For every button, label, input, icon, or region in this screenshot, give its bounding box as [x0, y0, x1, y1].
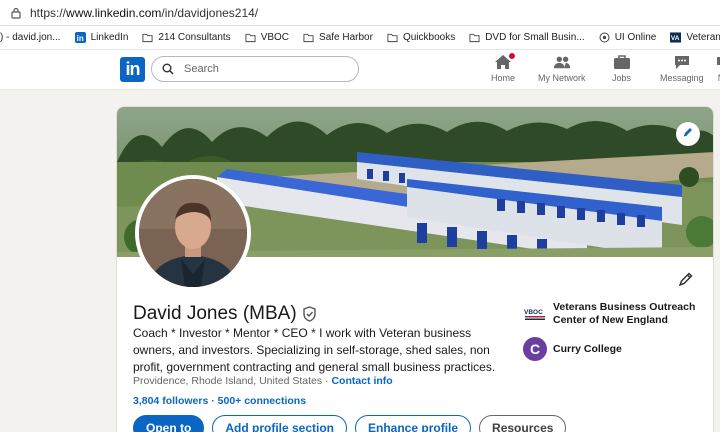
bookmark-dvd-small-business[interactable]: DVD for Small Busin... — [469, 32, 585, 43]
contact-info-link[interactable]: Contact info — [331, 375, 392, 387]
followers-link[interactable]: 3,804 followers — [133, 395, 208, 407]
profile-actions: Open to Add profile section Enhance prof… — [133, 415, 574, 432]
enhance-profile-button[interactable]: Enhance profile — [355, 415, 472, 432]
messaging-icon — [673, 54, 691, 70]
resources-button[interactable]: Resources — [479, 415, 567, 432]
search-input[interactable] — [184, 63, 344, 75]
profile-headline: Coach * Investor * Mentor * CEO * I work… — [133, 326, 496, 374]
linkedin-logo[interactable]: in — [120, 57, 145, 82]
profile-location: Providence, Rhode Island, United States — [133, 375, 323, 387]
url-text[interactable]: https://www.linkedin.com/in/davidjones21… — [30, 6, 258, 20]
linkedin-top-nav: in Home My Network Jobs Messaging N — [0, 50, 720, 90]
bookmark-safe-harbor[interactable]: Safe Harbor — [303, 32, 373, 43]
bookmark-214-consultants[interactable]: 214 Consultants — [142, 32, 231, 43]
nav-messaging-label: Messaging — [660, 73, 704, 83]
lock-icon[interactable] — [10, 7, 22, 19]
bookmark-label: VBOC — [260, 32, 290, 43]
bookmark-label: LinkedIn — [90, 32, 129, 43]
bookmark-label: Veterans Affairs Hea... — [686, 32, 720, 43]
pencil-icon — [678, 271, 694, 289]
bookmarks-bar: ) - david.jon... in LinkedIn 214 Consult… — [0, 26, 720, 50]
nav-my-network-label: My Network — [538, 73, 586, 83]
nav-messaging[interactable]: Messaging — [660, 54, 704, 83]
folder-icon — [469, 32, 480, 43]
nav-notifications[interactable]: N — [712, 54, 720, 83]
va-icon: VA — [670, 32, 682, 43]
bookmark-tab-fragment[interactable]: ) - david.jon... — [0, 32, 61, 43]
pencil-icon — [682, 125, 694, 143]
nav-jobs-label: Jobs — [612, 73, 632, 83]
profile-photo[interactable] — [135, 175, 251, 291]
folder-icon — [142, 32, 153, 43]
avatar-portrait-image — [139, 179, 247, 287]
bookmark-label: 214 Consultants — [158, 32, 231, 43]
globe-icon — [599, 32, 610, 43]
folder-icon — [387, 32, 398, 43]
vboc-logo: VBOC — [523, 301, 547, 325]
url-host: www.linkedin.com — [66, 5, 162, 20]
bookmark-label: Safe Harbor — [319, 32, 373, 43]
profile-network-stats: 3,804 followers · 500+ connections — [133, 395, 306, 407]
curry-college-logo: C — [523, 337, 547, 361]
org-curry-college[interactable]: C Curry College — [523, 337, 713, 361]
svg-text:C: C — [530, 341, 540, 357]
open-to-button[interactable]: Open to — [133, 415, 205, 432]
profile-name-text: David Jones (MBA) — [133, 303, 297, 324]
svg-text:in: in — [76, 34, 83, 43]
bookmark-label: UI Online — [614, 32, 657, 43]
add-profile-section-button[interactable]: Add profile section — [212, 415, 348, 432]
nav-jobs[interactable]: Jobs — [612, 54, 631, 83]
svg-text:VA: VA — [671, 35, 680, 42]
home-icon — [494, 52, 516, 70]
bookmark-quickbooks[interactable]: Quickbooks — [387, 32, 455, 43]
profile-location-row: Providence, Rhode Island, United States … — [133, 375, 393, 387]
bookmark-vboc[interactable]: VBOC — [245, 32, 289, 43]
notification-dot — [508, 52, 516, 60]
address-bar[interactable]: https://www.linkedin.com/in/davidjones21… — [0, 0, 720, 26]
nav-my-network[interactable]: My Network — [538, 54, 586, 83]
bookmark-label: ) - david.jon... — [0, 32, 61, 43]
org-curry-college-name: Curry College — [553, 343, 622, 355]
org-vboc-name: Veterans Business Outreach Center of New… — [553, 301, 696, 326]
connections-link[interactable]: 500+ connections — [218, 395, 306, 407]
stats-separator: · — [208, 395, 218, 407]
nav-home-label: Home — [491, 73, 516, 83]
edit-banner-button[interactable] — [676, 122, 700, 146]
network-icon — [553, 54, 571, 70]
folder-icon — [303, 32, 314, 43]
org-vboc[interactable]: VBOC Veterans Business Outreach Center o… — [523, 301, 713, 327]
bookmark-label: Quickbooks — [402, 32, 456, 43]
profile-name: David Jones (MBA) — [133, 303, 317, 325]
search-box[interactable] — [151, 56, 359, 82]
svg-text:VBOC: VBOC — [524, 309, 543, 316]
bookmark-linkedin[interactable]: in LinkedIn — [74, 32, 129, 43]
url-scheme: https:// — [30, 5, 67, 20]
profile-organizations: VBOC Veterans Business Outreach Center o… — [523, 301, 713, 371]
notifications-icon — [712, 54, 720, 70]
verified-shield-icon[interactable] — [302, 306, 317, 322]
search-icon — [162, 63, 174, 75]
bookmark-veterans-affairs[interactable]: VA Veterans Affairs Hea... — [670, 32, 720, 43]
profile-card: David Jones (MBA) Coach * Investor * Men… — [116, 106, 714, 432]
bookmark-label: DVD for Small Busin... — [485, 32, 585, 43]
folder-icon — [245, 32, 256, 43]
linkedin-icon: in — [74, 32, 86, 43]
nav-home[interactable]: Home — [491, 52, 516, 83]
url-path: /in/davidjones214/ — [161, 5, 259, 20]
edit-intro-button[interactable] — [678, 271, 696, 289]
bookmark-ui-online[interactable]: UI Online — [599, 32, 657, 43]
briefcase-icon — [613, 54, 631, 70]
